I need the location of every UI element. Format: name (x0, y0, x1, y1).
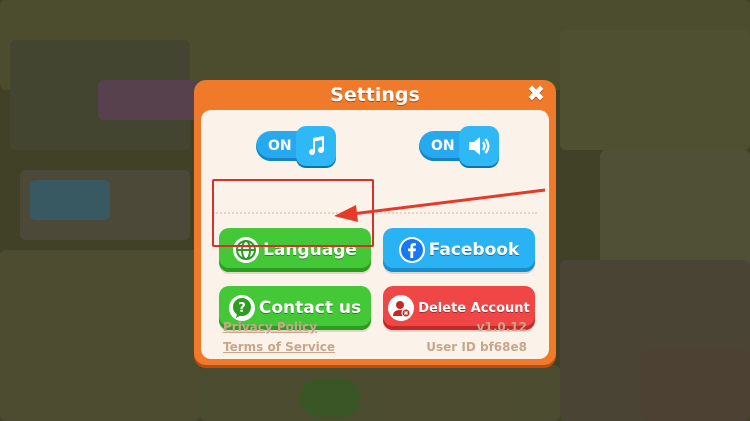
annotation-arrow (334, 188, 546, 222)
